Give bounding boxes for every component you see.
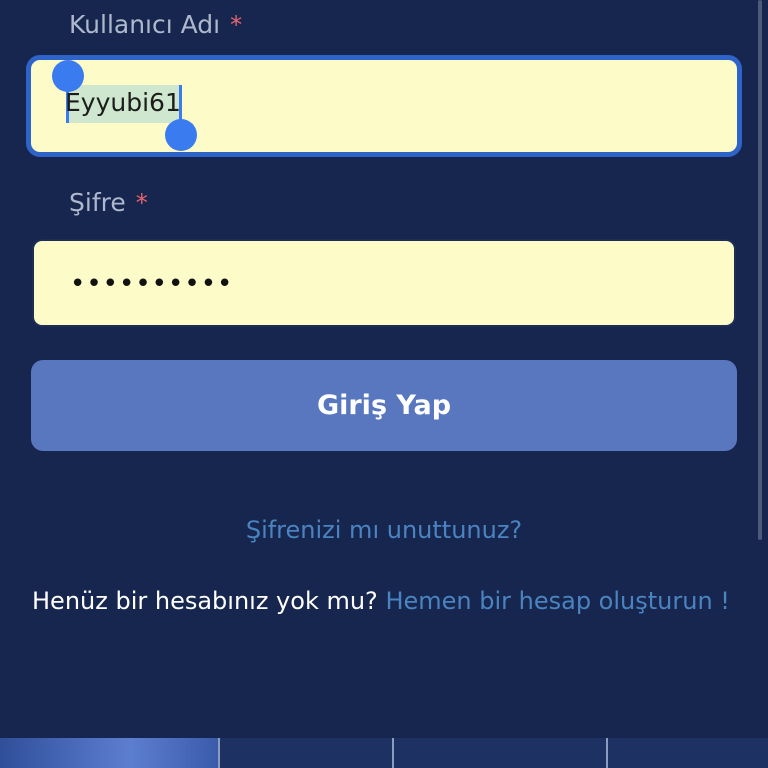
login-button-label: Giriş Yap [316, 390, 452, 421]
username-required-mark: * [230, 11, 243, 39]
username-value: Eyyubi61 [65, 88, 181, 117]
tab-1[interactable] [0, 738, 218, 768]
password-label: Şifre * [69, 188, 148, 217]
signup-link[interactable]: Hemen bir hesap oluşturun ! [385, 587, 729, 615]
username-field[interactable]: Eyyubi61 [26, 55, 742, 157]
selection-end-handle[interactable] [165, 119, 197, 151]
username-label: Kullanıcı Adı * [69, 10, 242, 39]
forgot-password-link[interactable]: Şifrenizi mı unuttunuz? [0, 516, 768, 544]
password-required-mark: * [135, 189, 148, 217]
password-value: •••••••••• [70, 269, 234, 299]
password-label-text: Şifre [69, 188, 126, 217]
tab-3[interactable] [392, 738, 606, 768]
scrollbar[interactable] [758, 0, 762, 540]
bottom-tab-bar [0, 738, 768, 768]
tab-4[interactable] [606, 738, 768, 768]
login-button[interactable]: Giriş Yap [31, 360, 737, 451]
username-label-text: Kullanıcı Adı [69, 10, 221, 39]
login-screen: Kullanıcı Adı * Eyyubi61 Şifre * •••••••••… [0, 0, 768, 768]
selection-start-handle[interactable] [52, 60, 84, 92]
signup-prompt-line: Henüz bir hesabınız yok mu? Hemen bir he… [32, 587, 752, 615]
password-field[interactable]: •••••••••• [32, 239, 736, 327]
signup-prompt: Henüz bir hesabınız yok mu? [32, 587, 378, 615]
tab-2[interactable] [218, 738, 392, 768]
